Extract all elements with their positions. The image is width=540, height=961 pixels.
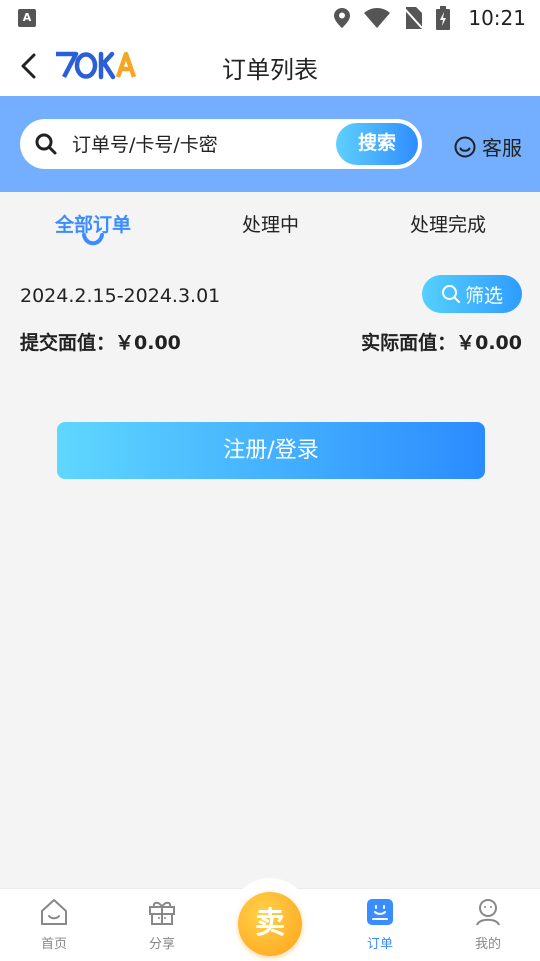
no-sim-icon [404, 7, 423, 29]
location-icon [334, 8, 351, 28]
home-icon [41, 899, 67, 925]
nav-label-home: 首页 [40, 937, 67, 952]
tab-completed[interactable]: 处理完成 [410, 210, 486, 237]
status-bar: A 10:21 [0, 0, 540, 36]
smiley-icon [454, 136, 476, 157]
customer-service-button[interactable]: 客服 [454, 132, 522, 161]
search-icon [441, 285, 460, 303]
wifi-icon [364, 8, 391, 28]
register-login-button[interactable]: 注册/登录 [57, 422, 485, 479]
nav-item-home[interactable]: 首页 [19, 897, 89, 952]
order-tabs: 全部订单 处理中 处理完成 [0, 192, 540, 252]
app-notification-icon: A [18, 9, 36, 27]
status-time: 10:21 [468, 6, 526, 30]
7oka-logo [56, 51, 137, 80]
search-box: 搜索 [20, 119, 422, 171]
tab-processing[interactable]: 处理中 [242, 210, 299, 237]
nav-item-mine[interactable]: 我的 [453, 897, 523, 952]
filter-label: 筛选 [464, 284, 503, 307]
nav-item-share[interactable]: 分享 [127, 897, 197, 952]
search-icon [35, 133, 57, 155]
actual-value: 实际面值：￥0.00 [361, 332, 522, 354]
search-button[interactable]: 搜索 [336, 123, 418, 165]
filter-button[interactable]: 筛选 [422, 275, 522, 313]
back-arrow-icon[interactable] [12, 48, 48, 84]
nav-label-mine: 我的 [474, 937, 501, 952]
order-icon [367, 899, 393, 925]
battery-charging-icon [436, 6, 451, 30]
nav-label-orders: 订单 [366, 937, 393, 952]
sell-button[interactable]: 卖 [238, 892, 302, 956]
submitted-value: 提交面值：￥0.00 [20, 332, 181, 354]
active-tab-indicator [82, 233, 104, 246]
app-bar: 订单列表 [0, 36, 540, 96]
search-input[interactable] [70, 119, 354, 171]
gift-icon [149, 901, 175, 925]
user-icon [476, 899, 500, 926]
nav-item-orders[interactable]: 订单 [345, 897, 415, 952]
customer-service-label: 客服 [482, 136, 522, 160]
status-icons: 10:21 [334, 0, 526, 36]
nav-label-share: 分享 [148, 937, 175, 952]
date-range[interactable]: 2024.2.15-2024.3.01 [20, 285, 220, 307]
search-band: 搜索 客服 [0, 96, 540, 192]
